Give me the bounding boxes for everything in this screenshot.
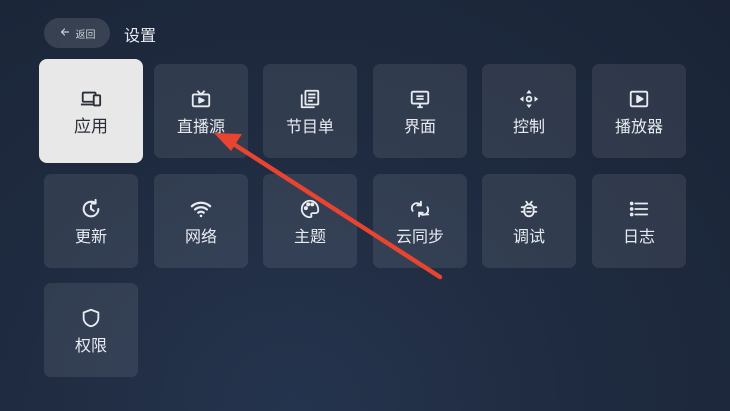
list-document-icon	[298, 87, 322, 111]
tile-log[interactable]: 日志	[592, 174, 686, 268]
cloud-sync-icon	[408, 197, 432, 221]
palette-icon	[298, 197, 322, 221]
tile-label: 网络	[184, 226, 217, 246]
tile-label: 节目单	[285, 116, 334, 136]
tile-label: 直播源	[176, 116, 225, 136]
tile-network[interactable]: 网络	[154, 174, 248, 268]
tile-label: 云同步	[395, 226, 444, 246]
tile-epg[interactable]: 节目单	[263, 64, 357, 158]
tile-label: 应用	[74, 116, 108, 137]
tv-icon	[189, 87, 213, 111]
tile-label: 主题	[293, 226, 326, 246]
tile-label: 日志	[622, 226, 655, 246]
devices-icon	[79, 87, 103, 111]
tile-label: 权限	[74, 335, 107, 355]
settings-grid: 应用 直播源 节目单 界面 控制 播放器 更新 网络 主题 云同步 调试 日志 …	[0, 0, 730, 411]
list-icon	[627, 197, 651, 221]
tile-apps[interactable]: 应用	[39, 59, 143, 163]
play-icon	[627, 87, 651, 111]
tile-label: 更新	[74, 226, 107, 246]
tile-label: 播放器	[614, 116, 663, 136]
tile-theme[interactable]: 主题	[263, 174, 357, 268]
bug-icon	[517, 197, 541, 221]
tile-live-source[interactable]: 直播源	[154, 64, 248, 158]
tile-control[interactable]: 控制	[482, 64, 576, 158]
dpad-icon	[517, 87, 541, 111]
refresh-icon	[79, 197, 103, 221]
tile-permissions[interactable]: 权限	[44, 283, 138, 377]
wifi-icon	[189, 197, 213, 221]
shield-icon	[79, 306, 103, 330]
screen-icon	[408, 87, 432, 111]
tile-cloud-sync[interactable]: 云同步	[373, 174, 467, 268]
tile-label: 调试	[512, 226, 545, 246]
tile-player[interactable]: 播放器	[592, 64, 686, 158]
tile-interface[interactable]: 界面	[373, 64, 467, 158]
tile-debug[interactable]: 调试	[482, 174, 576, 268]
tile-label: 界面	[403, 116, 436, 136]
tile-label: 控制	[512, 116, 545, 136]
tile-update[interactable]: 更新	[44, 174, 138, 268]
